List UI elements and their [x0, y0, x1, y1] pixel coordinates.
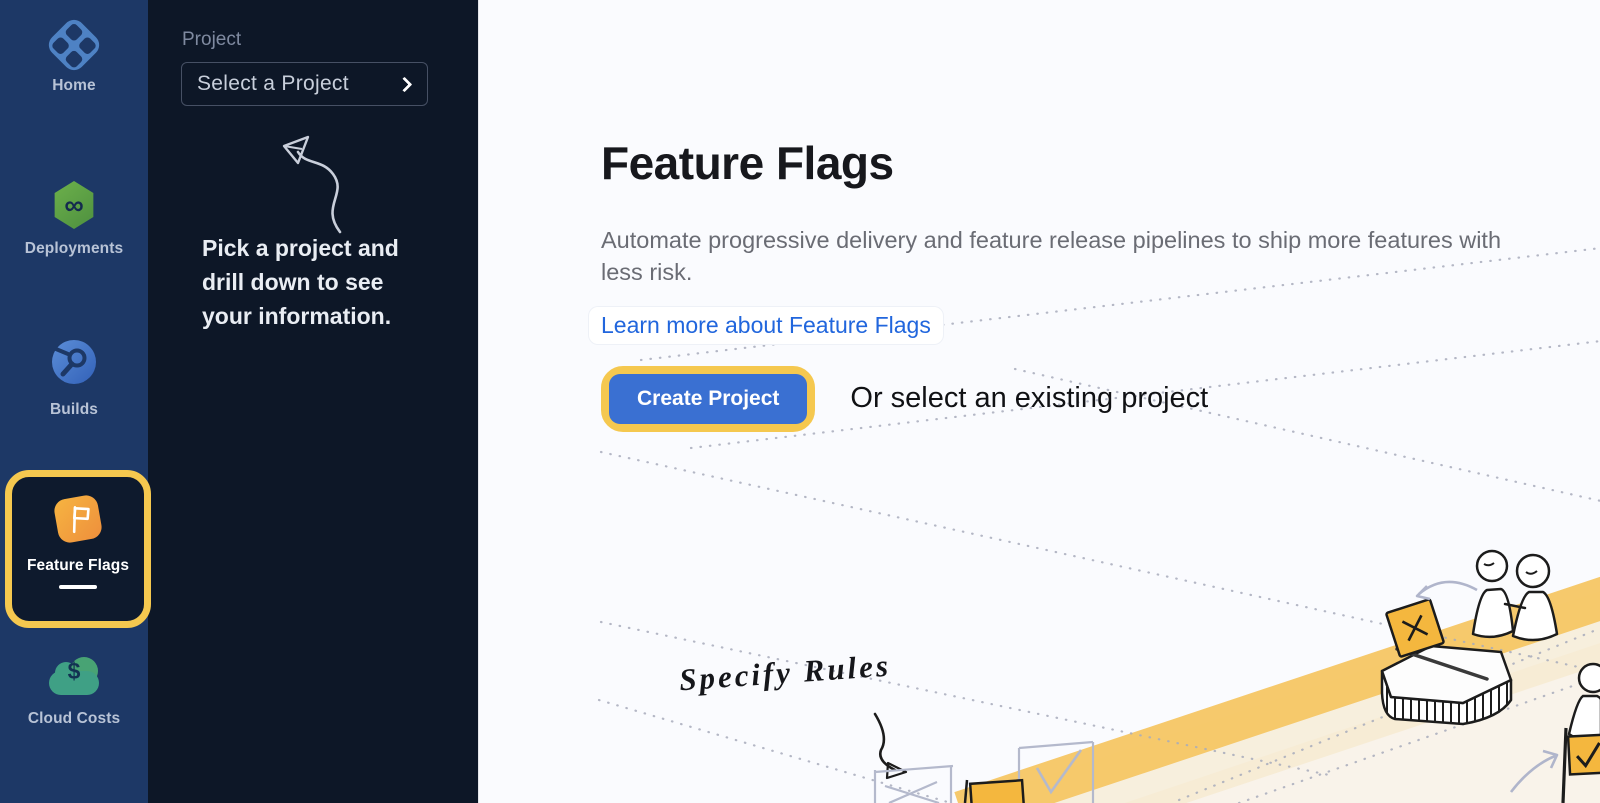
- sidebar-item-label: Builds: [0, 401, 148, 419]
- cta-row: Create Project Or select an existing pro…: [601, 366, 1600, 432]
- active-indicator: [59, 585, 97, 589]
- hand-drawn-arrow-icon: [148, 0, 478, 260]
- sidebar-item-label: Cloud Costs: [0, 710, 148, 728]
- project-panel: Project Select a Project Pick a project …: [148, 0, 478, 803]
- create-project-highlight-ring: Create Project: [601, 366, 815, 432]
- learn-more-link[interactable]: Learn more about Feature Flags: [589, 307, 943, 344]
- sidebar-item-feature-flags[interactable]: Feature Flags: [5, 470, 151, 628]
- page-title: Feature Flags: [601, 136, 1600, 190]
- create-project-button[interactable]: Create Project: [609, 374, 807, 424]
- feature-flags-icon: [56, 497, 100, 541]
- project-hint-text: Pick a project and drill down to see you…: [202, 231, 417, 333]
- sidebar-item-cloud-costs[interactable]: $ Cloud Costs: [0, 655, 148, 728]
- sidebar-item-label: Home: [0, 77, 148, 95]
- cloud-costs-icon: $: [46, 655, 102, 699]
- sidebar-item-label: Feature Flags: [12, 557, 144, 575]
- sidebar-item-deployments[interactable]: ∞ Deployments: [0, 181, 148, 258]
- home-icon: [53, 24, 95, 66]
- page-description: Automate progressive delivery and featur…: [601, 224, 1549, 289]
- builds-icon: [51, 339, 97, 385]
- app-window: Home ∞ Deployments Builds: [0, 0, 1600, 803]
- sidebar-item-builds[interactable]: Builds: [0, 339, 148, 419]
- module-nav-rail: Home ∞ Deployments Builds: [0, 0, 148, 803]
- or-select-existing-text: Or select an existing project: [850, 382, 1208, 415]
- main-content: Specify Rules Feature Flags Automate pro…: [478, 0, 1600, 803]
- deployments-icon: ∞: [52, 181, 96, 229]
- sidebar-item-home[interactable]: Home: [0, 24, 148, 95]
- sidebar-item-label: Deployments: [0, 240, 148, 258]
